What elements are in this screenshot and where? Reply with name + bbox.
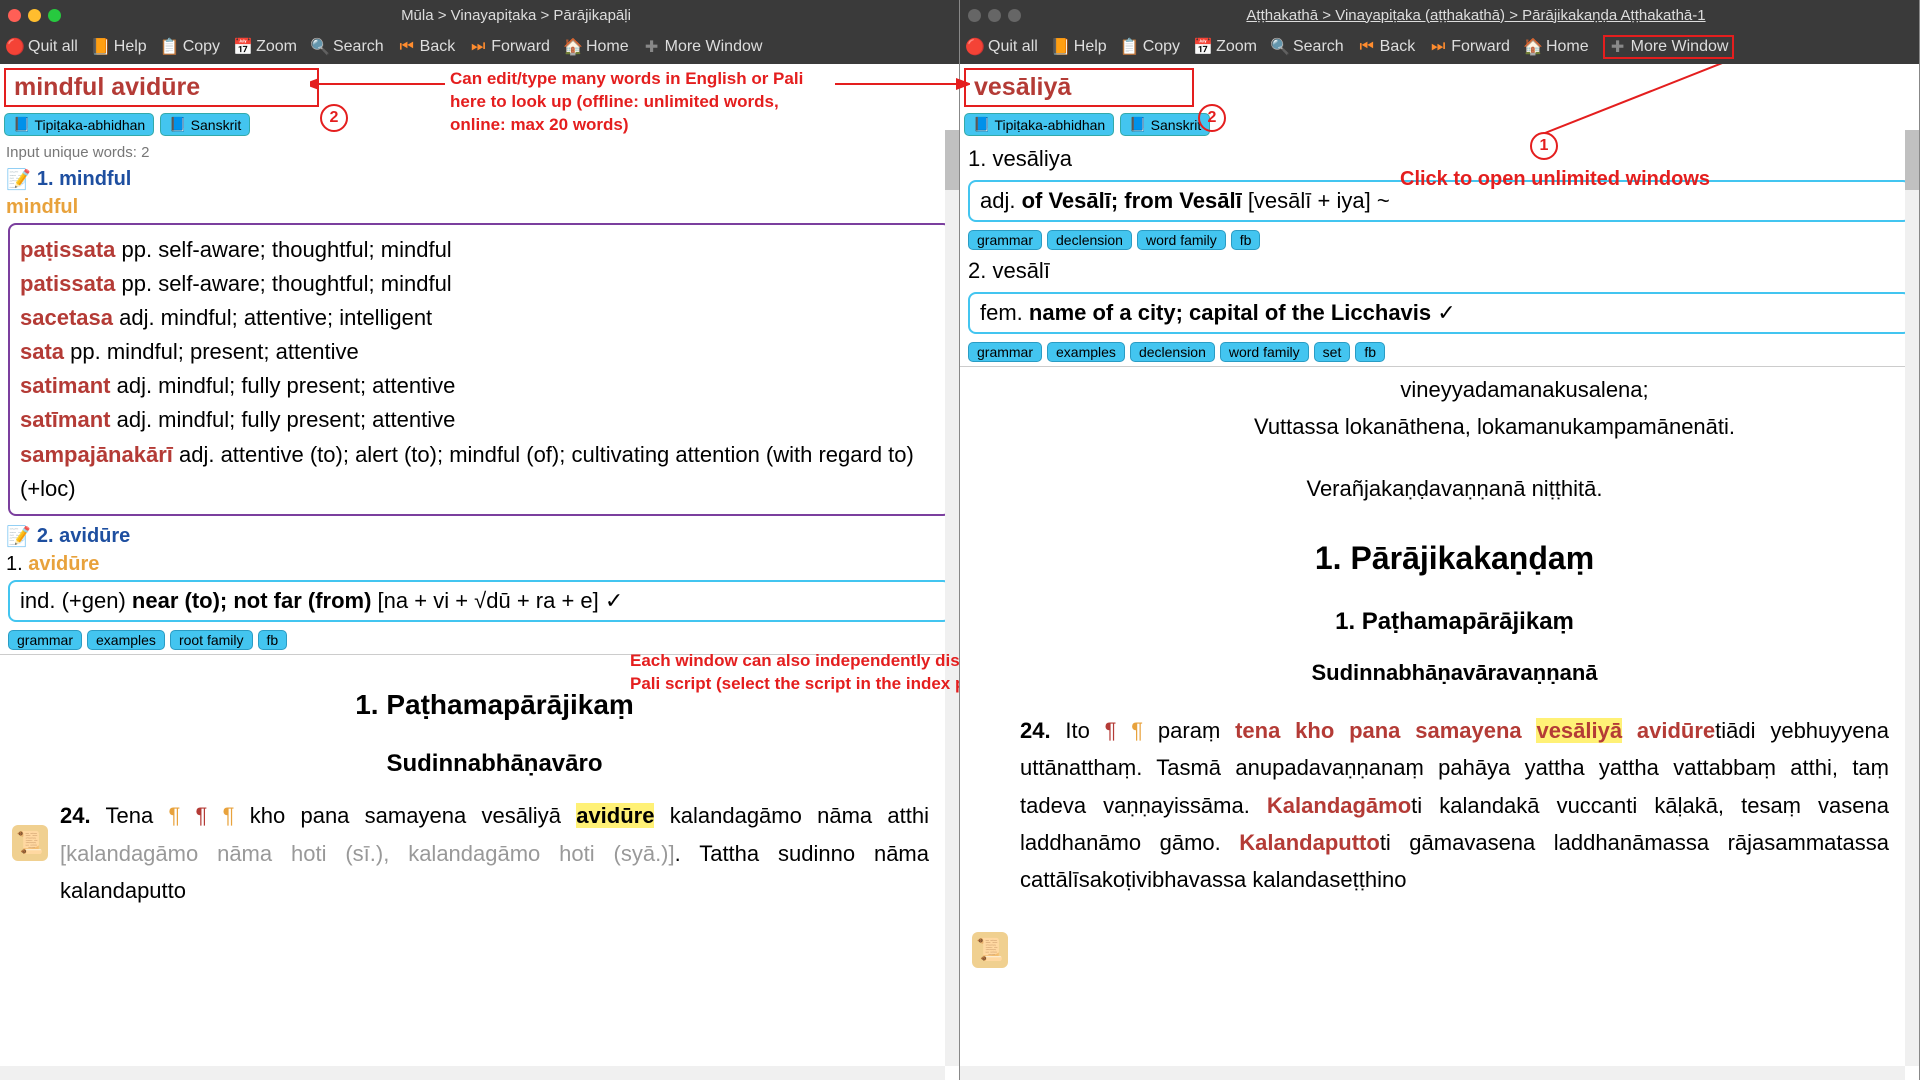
close-icon[interactable]	[8, 9, 21, 22]
tag-declension[interactable]: declension	[1130, 342, 1215, 362]
entry1-word: mindful	[0, 196, 959, 219]
pilcrow-icon[interactable]: ¶	[223, 803, 235, 828]
tag-root-family[interactable]: root family	[170, 630, 253, 650]
tag-examples[interactable]: examples	[1047, 342, 1125, 362]
scrollbar-horizontal[interactable]	[0, 1066, 945, 1080]
sanskrit-badge[interactable]: 📘 Sanskrit	[160, 113, 250, 136]
traffic-lights	[8, 9, 61, 22]
titlebar-left: Mūla > Vinayapiṭaka > Pārājikapāḷi	[0, 0, 959, 30]
pilcrow-icon[interactable]: ¶	[168, 803, 195, 828]
dict-badges: 📘 Tipiṭaka-abhidhan 📘 Sanskrit	[960, 107, 1919, 142]
reading-left: 1. Paṭhamapārājikaṃ Sudinnabhāṇavāro 📜 2…	[0, 655, 959, 920]
tag-fb[interactable]: fb	[1231, 230, 1261, 250]
sanskrit-badge[interactable]: 📘 Sanskrit	[1120, 113, 1210, 136]
search-button[interactable]: 🔍Search	[311, 38, 384, 56]
more-window-button[interactable]: ✚More Window	[643, 38, 763, 56]
tag-row-2: grammarexamplesroot familyfb	[0, 626, 959, 654]
close-icon[interactable]	[968, 9, 981, 22]
para-number: 24.	[60, 803, 91, 828]
section-heading: 1. Paṭhamapārājikaṃ	[60, 681, 929, 729]
scroll-icon[interactable]: 📜	[972, 932, 1008, 968]
tag-fb[interactable]: fb	[258, 630, 288, 650]
copy-button[interactable]: 📋Copy	[1121, 38, 1180, 56]
para-number: 24.	[1020, 718, 1051, 743]
zoom-button[interactable]: 📅Zoom	[234, 38, 297, 56]
content-left: 📘 Tipiṭaka-abhidhan 📘 Sanskrit Input uni…	[0, 64, 959, 1080]
subentry-1: 1. vesāliya	[960, 142, 1919, 176]
definition-box-2: ind. (+gen) near (to); not far (from) [n…	[8, 580, 951, 622]
annotation-circle-1: 1	[1530, 132, 1558, 160]
more-window-button[interactable]: ✚More Window	[1603, 35, 1735, 59]
left-window: Mūla > Vinayapiṭaka > Pārājikapāḷi 🔴Quit…	[0, 0, 960, 1080]
tag-row-r2: grammarexamplesdeclensionword familysetf…	[960, 338, 1919, 366]
pilcrow-icon[interactable]: ¶	[1105, 718, 1132, 743]
quit-button[interactable]: 🔴Quit all	[6, 38, 78, 56]
traffic-lights	[968, 9, 1021, 22]
copy-button[interactable]: 📋Copy	[161, 38, 220, 56]
help-button[interactable]: 📙Help	[92, 38, 147, 56]
tag-declension[interactable]: declension	[1047, 230, 1132, 250]
titlebar-right: Aṭṭhakathā > Vinayapiṭaka (aṭṭhakathā) >…	[960, 0, 1919, 30]
entry2-word: avidūre	[28, 553, 99, 575]
entry1-header: 📝 1. mindful	[0, 163, 959, 196]
tag-fb[interactable]: fb	[1355, 342, 1385, 362]
scrollbar-horizontal[interactable]	[960, 1066, 1905, 1080]
quit-button[interactable]: 🔴Quit all	[966, 38, 1038, 56]
right-window: Aṭṭhakathā > Vinayapiṭaka (aṭṭhakathā) >…	[960, 0, 1920, 1080]
tag-set[interactable]: set	[1314, 342, 1351, 362]
toolbar-right: 🔴Quit all 📙Help 📋Copy 📅Zoom 🔍Search ⏮Bac…	[960, 30, 1919, 64]
pilcrow-icon[interactable]: ¶	[1131, 718, 1143, 743]
section-heading: 1. Pārājikakaṇḍaṃ	[1020, 531, 1889, 585]
back-button[interactable]: ⏮Back	[398, 38, 456, 56]
help-button[interactable]: 📙Help	[1052, 38, 1107, 56]
sub-heading: 1. Paṭhamapārājikaṃ	[1020, 602, 1889, 643]
home-button[interactable]: 🏠Home	[1524, 38, 1589, 56]
maximize-icon[interactable]	[1008, 9, 1021, 22]
dict-badges: 📘 Tipiṭaka-abhidhan 📘 Sanskrit	[0, 107, 959, 142]
zoom-button[interactable]: 📅Zoom	[1194, 38, 1257, 56]
unique-words: Input unique words: 2	[0, 142, 959, 163]
toolbar-left: 🔴Quit all 📙Help 📋Copy 📅Zoom 🔍Search ⏮Bac…	[0, 30, 959, 64]
sub-heading-2: Sudinnabhāṇavāravaṇṇanā	[1020, 654, 1889, 691]
forward-button[interactable]: ⏭Forward	[469, 38, 550, 56]
subentry-2: 2. vesālī	[960, 254, 1919, 288]
sub-heading: Sudinnabhāṇavāro	[60, 744, 929, 785]
minimize-icon[interactable]	[28, 9, 41, 22]
reading-right: vineyyadamanakusalena; Vuttassa lokanāth…	[960, 367, 1919, 909]
highlight-word[interactable]: vesāliyā	[1536, 718, 1622, 743]
forward-button[interactable]: ⏭Forward	[1429, 38, 1510, 56]
window-title: Aṭṭhakathā > Vinayapiṭaka (aṭṭhakathā) >…	[1041, 7, 1911, 24]
tag-word-family[interactable]: word family	[1137, 230, 1226, 250]
pilcrow-icon[interactable]: ¶	[196, 803, 223, 828]
tag-examples[interactable]: examples	[87, 630, 165, 650]
annotation-circle-2: 2	[1198, 104, 1226, 132]
home-button[interactable]: 🏠Home	[564, 38, 629, 56]
tag-word-family[interactable]: word family	[1220, 342, 1309, 362]
entry2-header: 📝 2. avidūre	[0, 520, 959, 553]
scroll-icon[interactable]: 📜	[12, 825, 48, 861]
highlight-word[interactable]: avidūre	[576, 803, 654, 828]
tipitaka-badge[interactable]: 📘 Tipiṭaka-abhidhan	[4, 113, 154, 136]
search-input-right[interactable]	[964, 68, 1194, 107]
minimize-icon[interactable]	[988, 9, 1001, 22]
tag-grammar[interactable]: grammar	[968, 342, 1042, 362]
tag-grammar[interactable]: grammar	[968, 230, 1042, 250]
search-input-left[interactable]	[4, 68, 319, 107]
window-title: Mūla > Vinayapiṭaka > Pārājikapāḷi	[81, 7, 951, 24]
definition-box-r2: fem. name of a city; capital of the Licc…	[968, 292, 1911, 334]
tipitaka-badge[interactable]: 📘 Tipiṭaka-abhidhan	[964, 113, 1114, 136]
scrollbar-vertical[interactable]	[945, 130, 959, 1066]
annotation-circle-2: 2	[320, 104, 348, 132]
definition-box-1: paṭissata pp. self-aware; thoughtful; mi…	[8, 223, 951, 516]
scrollbar-vertical[interactable]	[1905, 130, 1919, 1066]
content-right: 📘 Tipiṭaka-abhidhan 📘 Sanskrit 1. vesāli…	[960, 64, 1919, 1080]
tag-row-r1: grammardeclensionword familyfb	[960, 226, 1919, 254]
back-button[interactable]: ⏮Back	[1358, 38, 1416, 56]
search-button[interactable]: 🔍Search	[1271, 38, 1344, 56]
tag-grammar[interactable]: grammar	[8, 630, 82, 650]
definition-box-r1: adj. of Vesālī; from Vesālī [vesālī + iy…	[968, 180, 1911, 222]
maximize-icon[interactable]	[48, 9, 61, 22]
